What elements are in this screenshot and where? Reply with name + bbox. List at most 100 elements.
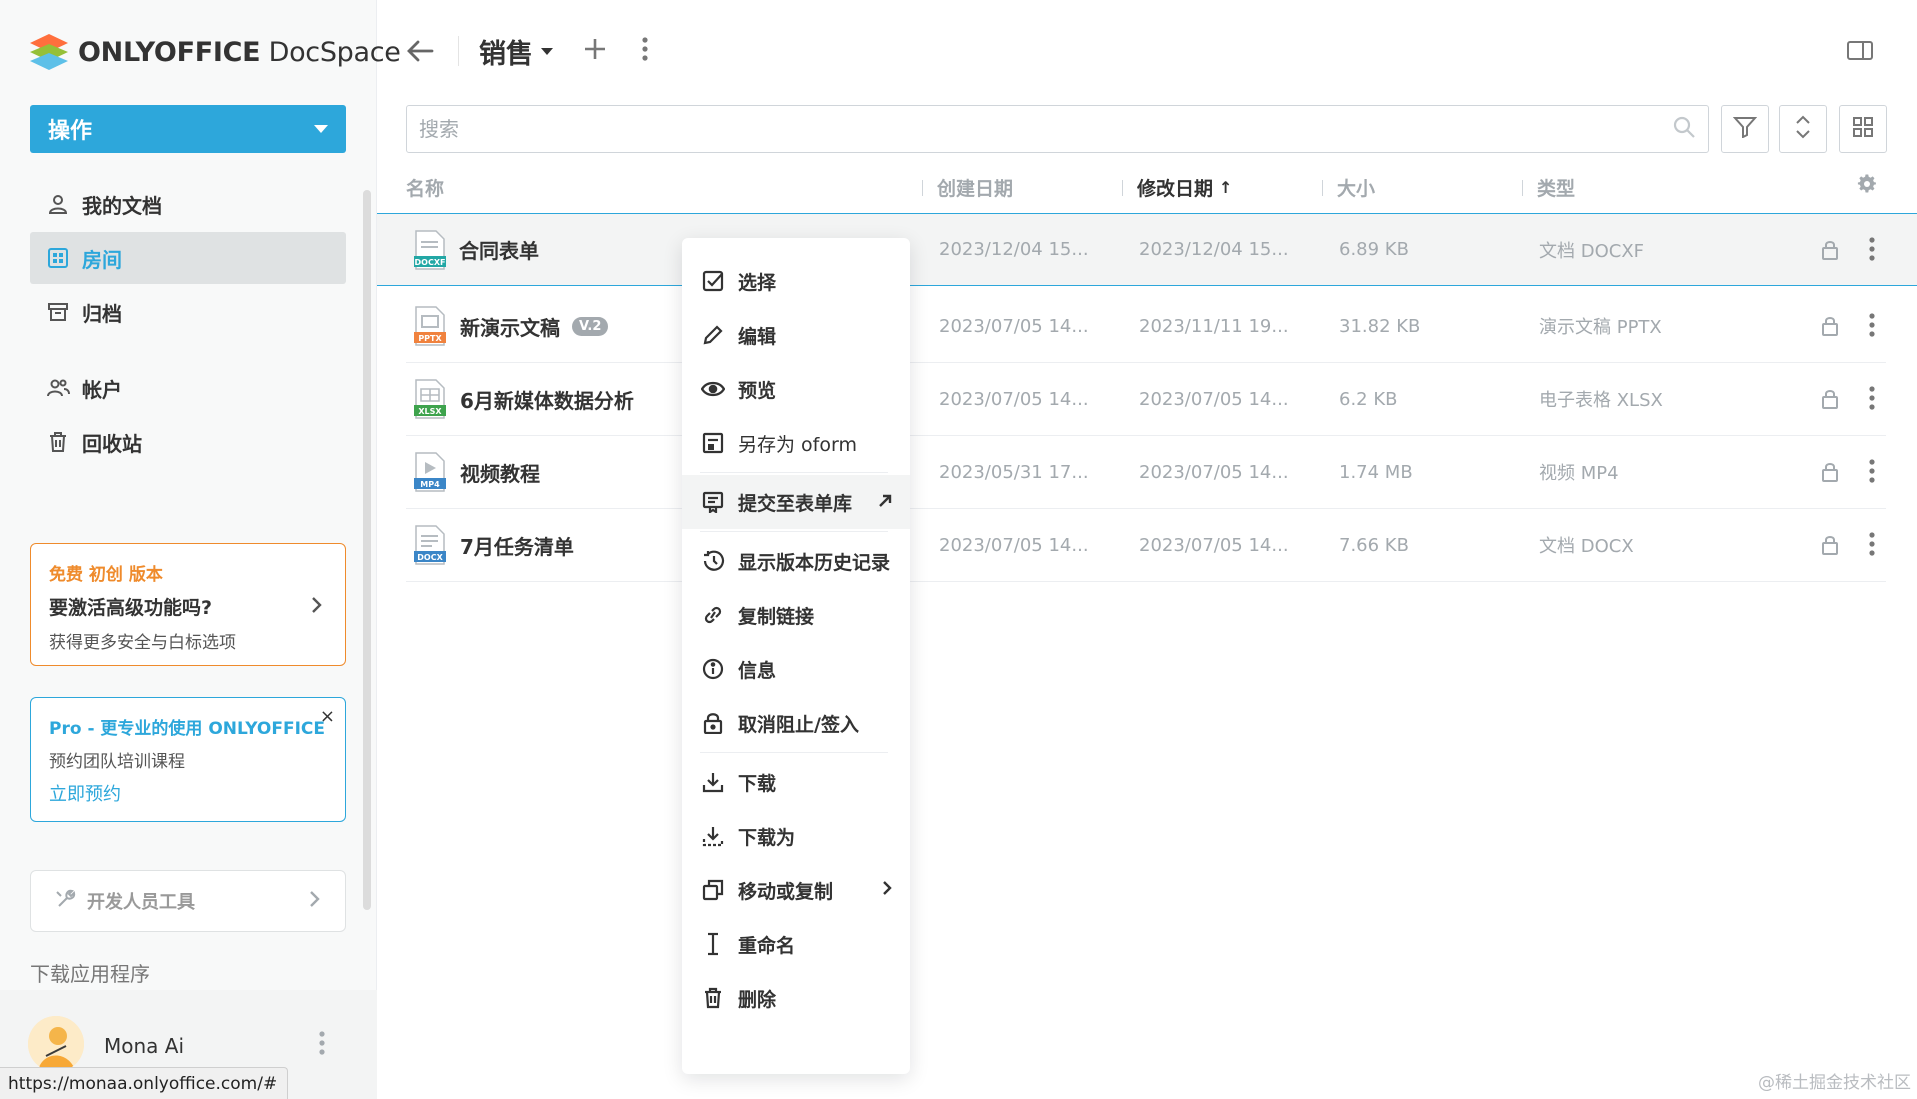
created-date: 2023/12/04 15... [939,239,1089,260]
file-name-text: 视频教程 [460,461,540,486]
file-name-text: 合同表单 [459,239,539,263]
menu-item-select[interactable]: 选择 [682,254,910,308]
lock-icon[interactable] [1821,240,1839,264]
menu-item-submit-to-gallery[interactable]: 提交至表单库 [682,475,910,529]
table-row[interactable]: DOCX 7月任务清单 2023/07/05 14... 2023/07/05 … [406,509,1886,582]
lock-icon[interactable] [1821,316,1839,340]
room-title[interactable]: 销售 [479,32,553,71]
lock-icon[interactable] [1821,535,1839,559]
menu-separator [700,531,888,532]
menu-item-unblock-check-in[interactable]: 取消阻止/签入 [682,696,910,750]
promo-title: 免费 初创 版本 [49,565,163,585]
lock-icon[interactable] [1821,389,1839,413]
menu-item-copy-link[interactable]: 复制链接 [682,588,910,642]
watermark: @稀土掘金技术社区 [1758,1073,1911,1093]
menu-item-version-history[interactable]: 显示版本历史记录 [682,534,910,588]
mp4-file-icon: MP4 [414,452,446,492]
logo[interactable]: ONLYOFFICE DocSpace [28,30,401,74]
menu-item-preview[interactable]: 预览 [682,362,910,416]
menu-item-label: 选择 [738,271,777,294]
sidebar-item-trash[interactable]: 回收站 [30,416,346,468]
column-name[interactable]: 名称 [406,174,444,201]
search-icon[interactable] [1672,115,1696,143]
sidebar-item-accounts[interactable]: 帐户 [30,362,346,414]
arrow-left-icon[interactable] [400,31,440,71]
actions-button-label: 操作 [48,119,93,144]
actions-button[interactable]: 操作 [30,105,346,153]
column-size[interactable]: 大小 [1322,174,1375,201]
column-type[interactable]: 类型 [1522,174,1575,201]
avatar[interactable] [28,1016,84,1072]
column-created[interactable]: 创建日期 [922,174,1013,201]
file-name-text: 新演示文稿 [460,315,560,340]
form-icon [700,430,726,456]
info-panel-toggle-icon[interactable] [1847,40,1873,66]
menu-item-edit[interactable]: 编辑 [682,308,910,362]
sort-icon [1793,114,1813,144]
file-extension-label: DOCXF [415,258,446,267]
file-name[interactable]: 视频教程 [460,436,540,508]
sort-ascending-icon: ↑ [1219,178,1233,197]
trash-icon [46,430,70,454]
book-now-link[interactable]: 立即预约 [49,780,327,806]
file-name[interactable]: 合同表单 [459,214,539,285]
menu-item-save-as-oform[interactable]: 另存为 oform [682,416,910,470]
file-name[interactable]: 新演示文稿 V.2 [460,290,609,362]
more-vertical-icon[interactable] [1868,531,1876,561]
promo-free-startup[interactable]: 免费 初创 版本 要激活高级功能吗? 获得更多安全与白标选项 [30,543,346,666]
file-size: 31.82 KB [1339,315,1421,337]
sidebar-item-label: 我的文档 [82,193,162,218]
sidebar-item-rooms[interactable]: 房间 [30,232,346,284]
column-divider[interactable] [922,179,923,196]
table-row[interactable]: MP4 视频教程 2023/05/31 17... 2023/07/05 14.… [406,436,1886,509]
column-divider[interactable] [1522,179,1523,196]
more-vertical-icon[interactable] [1868,458,1876,488]
developer-tools-button[interactable]: 开发人员工具 [30,870,346,932]
chevron-right-icon [882,879,892,901]
file-size: 7.66 KB [1339,534,1409,556]
more-vertical-icon[interactable] [1868,236,1876,266]
more-vertical-icon[interactable] [1868,385,1876,415]
sidebar-item-archive[interactable]: 归档 [30,286,346,338]
view-toggle-button[interactable] [1839,105,1887,153]
menu-item-delete[interactable]: 删除 [682,971,910,1025]
menu-item-label: 显示版本历史记录 [738,551,891,574]
menu-item-rename[interactable]: 重命名 [682,917,910,971]
plus-icon[interactable] [583,37,607,65]
column-divider[interactable] [1322,179,1323,196]
search-input[interactable] [419,117,1672,141]
more-vertical-icon[interactable] [641,36,649,66]
rooms-icon [46,246,70,270]
file-name[interactable]: 7月任务清单 [460,509,574,581]
close-icon[interactable]: × [320,706,335,727]
file-extension-label: MP4 [420,480,440,489]
table-row[interactable]: PPTX 新演示文稿 V.2 2023/07/05 14... 2023/11/… [406,290,1886,363]
menu-item-download-as[interactable]: 下载为 [682,809,910,863]
version-badge[interactable]: V.2 [572,316,609,336]
download-app-link[interactable]: 下载应用程序 [30,958,150,987]
menu-item-info[interactable]: 信息 [682,642,910,696]
sort-button[interactable] [1779,105,1827,153]
xlsx-file-icon: XLSX [414,379,446,419]
profile-name[interactable]: Mona Ai [104,1034,184,1058]
more-vertical-icon[interactable] [318,1030,326,1060]
lock-icon[interactable] [1821,462,1839,486]
menu-item-label: 下载为 [738,826,796,849]
file-name[interactable]: 6月新媒体数据分析 [460,363,634,435]
created-date: 2023/07/05 14... [939,388,1089,410]
menu-item-download[interactable]: 下载 [682,755,910,809]
developer-tools-label: 开发人员工具 [87,892,195,913]
gear-icon[interactable] [1857,174,1877,198]
table-row[interactable]: DOCXF 合同表单 2023/12/04 15... 2023/12/04 1… [377,213,1917,286]
column-modified[interactable]: 修改日期 ↑ [1122,174,1232,201]
column-divider[interactable] [1122,179,1123,196]
sidebar-item-my-documents[interactable]: 我的文档 [30,178,346,230]
menu-item-move-or-copy[interactable]: 移动或复制 [682,863,910,917]
filter-button[interactable] [1721,105,1769,153]
more-vertical-icon[interactable] [1868,312,1876,342]
created-date: 2023/05/31 17... [939,461,1089,483]
table-row[interactable]: XLSX 6月新媒体数据分析 2023/07/05 14... 2023/07/… [406,363,1886,436]
created-date: 2023/07/05 14... [939,315,1089,337]
modified-date: 2023/07/05 14... [1139,461,1289,483]
sidebar-scrollbar[interactable] [363,190,371,910]
